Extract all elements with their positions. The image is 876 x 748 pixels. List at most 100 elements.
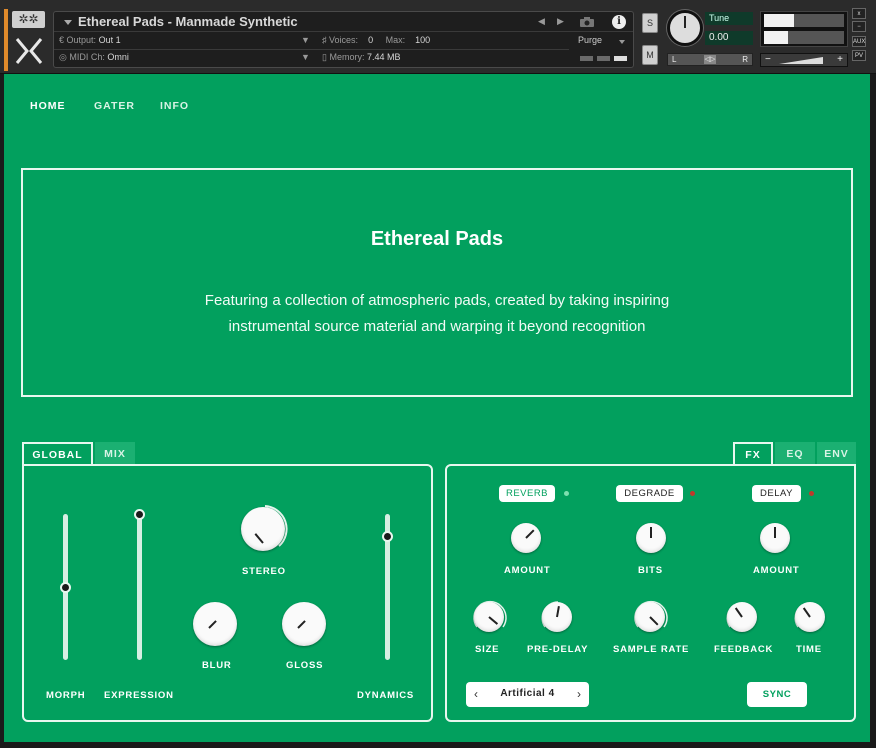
purge-indicator — [614, 56, 627, 61]
delay-toggle[interactable]: DELAY — [752, 485, 801, 502]
tab-global[interactable]: GLOBAL — [22, 442, 93, 466]
expression-slider-track[interactable] — [137, 514, 142, 660]
mute-button[interactable]: M — [642, 45, 658, 65]
morph-label: MORPH — [46, 690, 86, 701]
close-instrument-button[interactable]: x — [852, 8, 866, 19]
memory-icon: ▯ — [322, 52, 327, 62]
expression-slider-handle[interactable] — [134, 509, 145, 520]
voices-field: ♯ Voices: 0 Max: 100 — [322, 35, 430, 45]
brand-logo-icon — [15, 38, 43, 64]
solo-button[interactable]: S — [642, 13, 658, 33]
output-label: Output: — [66, 35, 97, 45]
degrade-status-dot — [690, 491, 695, 496]
global-panel — [22, 464, 433, 722]
output-value: Out 1 — [98, 35, 121, 45]
midi-channel-field[interactable]: ◎ MIDI Ch: Omni — [59, 52, 129, 63]
output-field[interactable]: € Output: Out 1 — [59, 35, 121, 45]
midi-label: MIDI Ch: — [69, 52, 105, 62]
dynamics-label: DYNAMICS — [357, 690, 415, 701]
description-text: Featuring a collection of atmospheric pa… — [23, 288, 851, 340]
description-line-2: instrumental source material and warping… — [228, 318, 646, 335]
memory-label: Memory: — [329, 52, 365, 62]
output-icon: € — [59, 35, 65, 45]
purge-indicator — [580, 56, 593, 61]
purge-menu[interactable]: Purge — [578, 35, 602, 45]
description-line-1: Featuring a collection of atmospheric pa… — [204, 292, 670, 309]
next-instrument-icon[interactable]: ▶ — [557, 16, 564, 27]
instrument-ui: HOME GATER INFO Ethereal Pads Featuring … — [4, 74, 870, 742]
tab-fx[interactable]: FX — [733, 442, 773, 466]
instrument-info-panel: Ethereal Pads - Manmade Synthetic ◀ ▶ i … — [53, 11, 634, 68]
reverb-amount-label: AMOUNT — [504, 565, 551, 576]
midi-value: Omni — [107, 52, 129, 62]
dynamics-slider-handle[interactable] — [382, 530, 393, 542]
gloss-label: GLOSS — [286, 660, 324, 671]
instrument-menu-chevron-icon[interactable] — [64, 20, 72, 25]
instrument-title[interactable]: Ethereal Pads - Manmade Synthetic — [78, 14, 298, 29]
instrument-accent-bar — [4, 9, 8, 71]
blur-knob[interactable] — [193, 602, 237, 646]
gloss-knob[interactable] — [282, 602, 326, 646]
aux-button[interactable]: AUX — [852, 36, 866, 47]
max-voices-value[interactable]: 100 — [415, 35, 430, 45]
sync-button[interactable]: SYNC — [747, 682, 807, 707]
size-knob[interactable] — [474, 602, 504, 632]
reverb-amount-knob[interactable] — [511, 523, 541, 553]
delay-amount-knob[interactable] — [760, 523, 790, 553]
time-label: TIME — [796, 644, 822, 655]
pv-button[interactable]: PV — [852, 50, 866, 61]
midi-dropdown-icon[interactable]: ▼ — [301, 52, 310, 62]
sample-rate-label: SAMPLE RATE — [613, 644, 690, 655]
output-dropdown-icon[interactable]: ▼ — [301, 35, 310, 45]
tab-eq[interactable]: EQ — [775, 442, 815, 466]
stereo-label: STEREO — [242, 566, 286, 577]
tune-value[interactable]: 0.00 — [705, 31, 753, 45]
nav-gater-tab[interactable]: GATER — [94, 100, 135, 112]
volume-ramp — [779, 57, 823, 64]
pre-delay-label: PRE-DELAY — [527, 644, 589, 655]
settings-gear-icon[interactable]: ✲✲ — [12, 11, 45, 28]
level-meter — [760, 11, 848, 47]
feedback-knob[interactable] — [727, 602, 757, 632]
memory-value: 7.44 MB — [367, 52, 401, 62]
time-knob[interactable] — [795, 602, 825, 632]
size-label: SIZE — [475, 644, 500, 655]
reverb-status-dot — [564, 491, 569, 496]
bits-label: BITS — [638, 565, 663, 576]
voices-icon: ♯ — [322, 35, 327, 45]
voices-label: Voices: — [329, 35, 359, 45]
info-icon[interactable]: i — [612, 15, 626, 29]
memory-field: ▯ Memory: 7.44 MB — [322, 52, 401, 63]
nav-info-tab[interactable]: INFO — [160, 100, 189, 112]
volume-plus-icon[interactable]: + — [837, 54, 843, 65]
pan-slider[interactable]: L ◁▷ R — [667, 53, 753, 66]
purge-dropdown-icon[interactable] — [619, 40, 625, 44]
tune-knob[interactable] — [667, 10, 703, 46]
sample-rate-knob[interactable] — [635, 602, 665, 632]
volume-slider[interactable]: − + — [760, 53, 848, 67]
tab-mix[interactable]: MIX — [95, 442, 135, 466]
preset-name: Artificial 4 — [500, 688, 555, 699]
blur-label: BLUR — [202, 660, 232, 671]
preset-selector[interactable]: ‹ Artificial 4 › — [466, 682, 589, 707]
pre-delay-knob[interactable] — [542, 602, 572, 632]
tune-label: Tune — [705, 12, 753, 25]
volume-minus-icon[interactable]: − — [765, 54, 771, 65]
morph-slider-handle[interactable] — [60, 582, 71, 593]
camera-icon[interactable] — [579, 16, 595, 28]
description-title: Ethereal Pads — [370, 228, 504, 250]
degrade-toggle[interactable]: DEGRADE — [616, 485, 683, 502]
reverb-toggle[interactable]: REVERB — [499, 485, 555, 502]
feedback-label: FEEDBACK — [714, 644, 774, 655]
minimize-instrument-button[interactable]: − — [852, 21, 866, 32]
preset-next-icon[interactable]: › — [577, 687, 581, 701]
stereo-knob[interactable] — [241, 507, 285, 551]
kontakt-instrument-header: ✲✲ Ethereal Pads - Manmade Synthetic ◀ ▶… — [0, 0, 876, 74]
prev-instrument-icon[interactable]: ◀ — [538, 16, 545, 27]
purge-indicator — [597, 56, 610, 61]
nav-home-tab[interactable]: HOME — [30, 100, 66, 112]
pan-handle[interactable]: ◁▷ — [704, 55, 716, 64]
level-meter-left — [764, 14, 844, 27]
bits-knob[interactable] — [636, 523, 666, 553]
tab-env[interactable]: ENV — [817, 442, 856, 466]
